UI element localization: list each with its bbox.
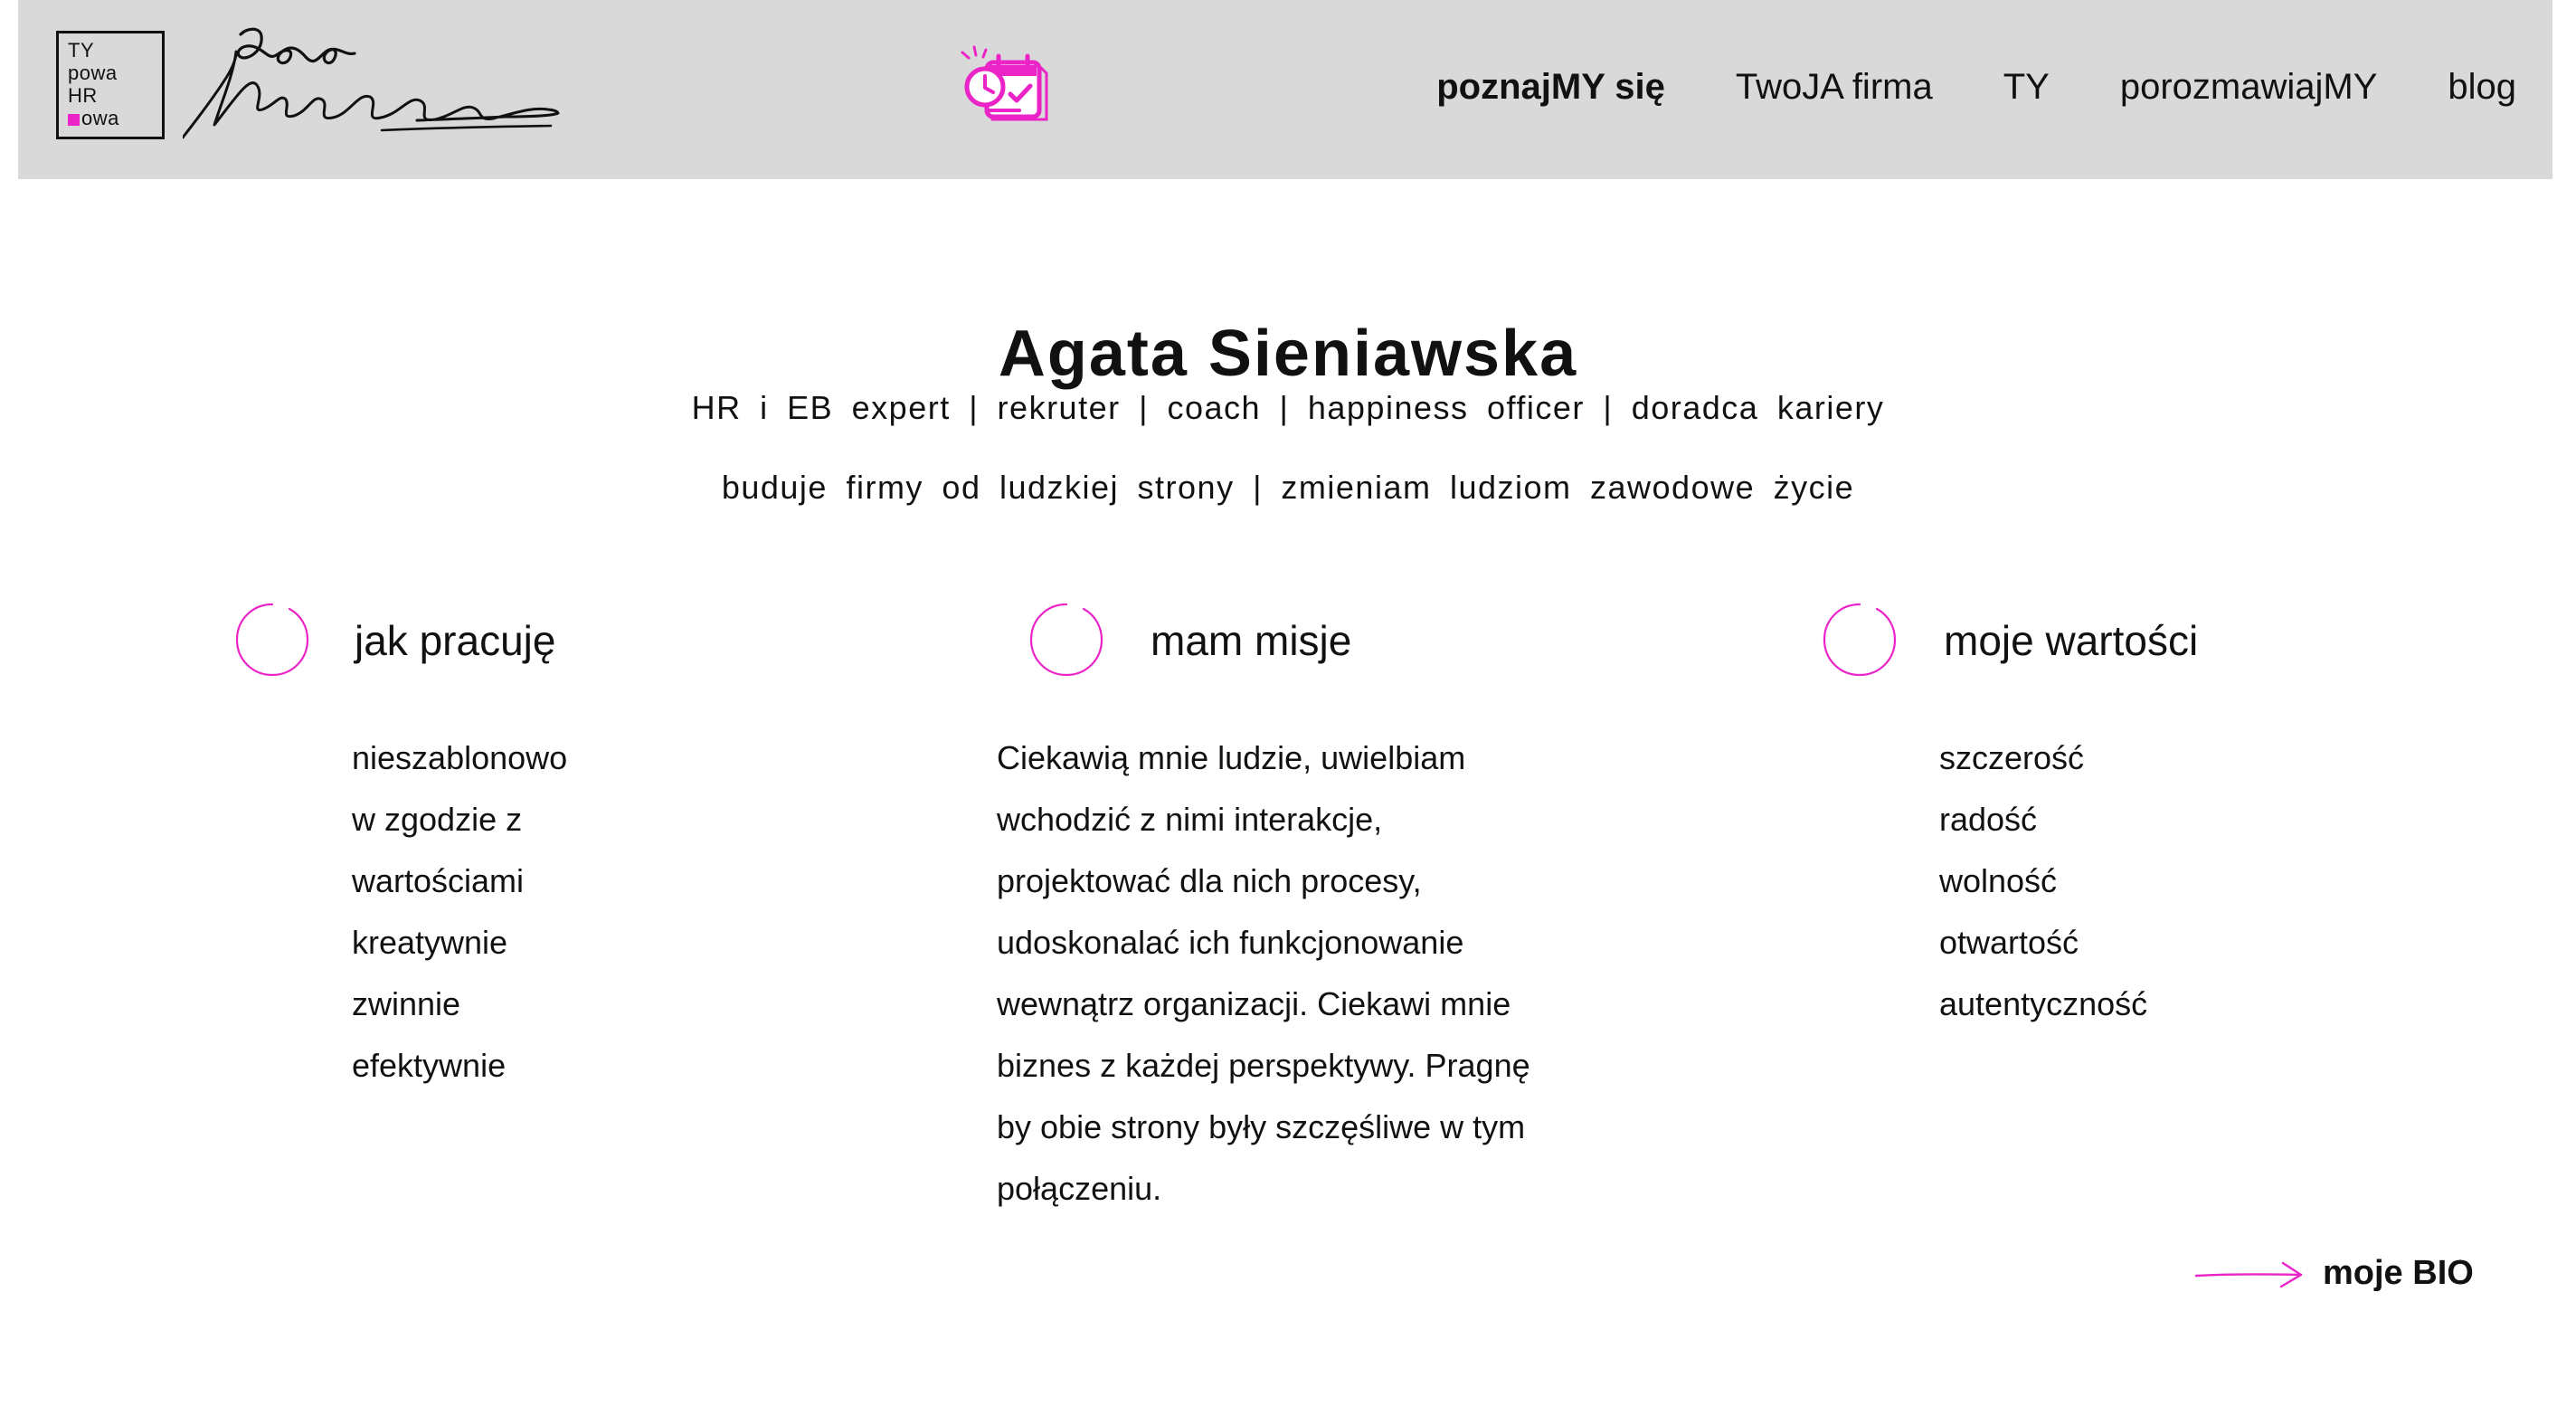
list-item: w zgodzie z: [352, 801, 523, 838]
mission-line: połączeniu.: [997, 1170, 1162, 1207]
list-item: otwartość: [1939, 924, 2079, 961]
arrow-right-icon: [2194, 1261, 2303, 1287]
mission-line: wewnątrz organizacji. Ciekawi mnie: [997, 985, 1511, 1022]
circle-ring-icon: [235, 603, 309, 677]
section-heading-mam-misje: mam misje: [1151, 617, 1352, 664]
logo-line: TY: [68, 39, 95, 62]
circle-ring-icon: [1029, 603, 1103, 677]
site-header: TY powa HR owa poznajMY się TwoJA firma …: [18, 0, 2552, 179]
list-item: kreatywnie: [352, 924, 508, 961]
logo[interactable]: TY powa HR owa: [56, 31, 165, 139]
profile-tagline: buduje firmy od ludzkiej strony | zmieni…: [721, 469, 1855, 506]
values-list: szczerość radość wolność otwartość auten…: [1939, 727, 2147, 1035]
mission-line: projektować dla nich procesy,: [997, 862, 1422, 899]
section-heading-moje-wartosci: moje wartości: [1944, 617, 2199, 664]
circle-ring-icon: [1823, 603, 1897, 677]
list-item: autentyczność: [1939, 985, 2148, 1022]
logo-line: powa: [68, 62, 118, 84]
nav-link-twoja-firma[interactable]: TwoJA firma: [1736, 67, 1933, 108]
mission-text: Ciekawią mnie ludzie, uwielbiam wchodzić…: [997, 727, 1585, 1220]
list-item: efektywnie: [352, 1047, 507, 1084]
profile-roles: HR i EB expert | rekruter | coach | happ…: [691, 389, 1885, 426]
logo-line-text: owa: [81, 107, 119, 129]
mission-line: wchodzić z nimi interakcje,: [997, 801, 1383, 838]
logo-line: owa: [68, 107, 153, 129]
bio-link[interactable]: moje BIO: [2194, 1254, 2474, 1293]
nav-link-blog[interactable]: blog: [2448, 67, 2516, 108]
section-heading-jak-pracuje: jak pracuję: [355, 617, 556, 664]
bio-link-label: moje BIO: [2323, 1254, 2474, 1292]
list-item: zwinnie: [352, 985, 461, 1022]
page: TY powa HR owa poznajMY się TwoJA firma …: [0, 0, 2576, 1406]
logo-pink-square: [68, 114, 80, 126]
mission-line: Ciekawią mnie ludzie, uwielbiam: [997, 739, 1466, 776]
logo-line: HR: [68, 84, 98, 107]
nav-link-poznajmy-sie[interactable]: poznajMY się: [1436, 67, 1665, 108]
work-style-list: nieszablonowo w zgodzie z wartościami kr…: [352, 727, 567, 1097]
mission-line: biznes z każdej perspektywy. Pragnę: [997, 1047, 1530, 1084]
calendar-clock-icon[interactable]: [959, 45, 1053, 125]
list-item: wolność: [1939, 862, 2058, 899]
main-navigation: poznajMY się TwoJA firma TY porozmawiajM…: [1436, 67, 2516, 108]
signature-logo: [183, 27, 560, 139]
nav-link-ty[interactable]: TY: [2003, 67, 2050, 108]
mission-line: udoskonalać ich funkcjonowanie: [997, 924, 1464, 961]
list-item: radość: [1939, 801, 2038, 838]
nav-link-porozmawiajmy[interactable]: porozmawiajMY: [2120, 67, 2378, 108]
list-item: nieszablonowo: [352, 739, 568, 776]
mission-line: by obie strony były szczęśliwe w tym: [997, 1108, 1526, 1145]
list-item: szczerość: [1939, 739, 2085, 776]
list-item: wartościami: [352, 862, 525, 899]
page-title: Agata Sieniawska: [998, 318, 1578, 391]
